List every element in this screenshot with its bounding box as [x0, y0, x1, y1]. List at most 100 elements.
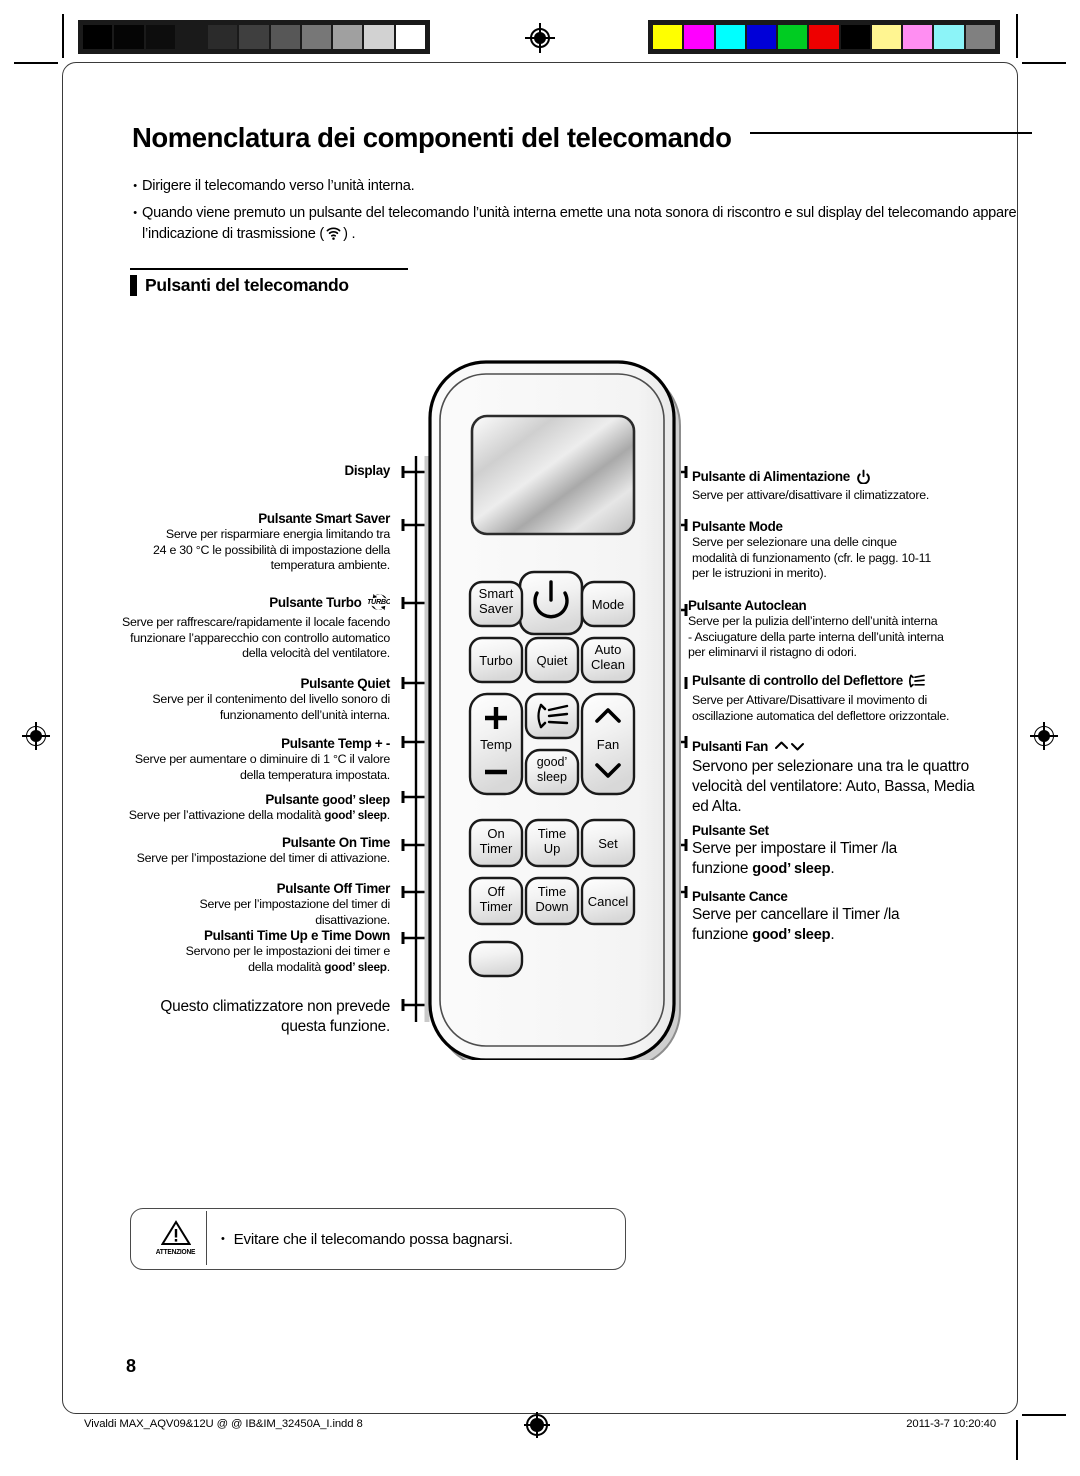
callout-set-desc-1: Serve per impostare il Timer /la	[692, 840, 897, 857]
svg-text:sleep: sleep	[537, 770, 567, 784]
callout-power: Pulsante di Alimentazione Serve per atti…	[692, 468, 1010, 504]
remote-button-mode: Mode	[580, 580, 636, 628]
section-marker-bar	[130, 275, 137, 296]
color-swatch-8	[903, 25, 933, 49]
callout-cancel-label: Pulsante Cance	[692, 889, 788, 904]
callout-cancel: Pulsante Cance Serve per cancellare il T…	[692, 888, 1010, 945]
callout-smart-saver-desc-1: Serve per risparmiare energia limitando …	[165, 527, 390, 541]
registration-target-icon-left	[22, 722, 50, 750]
callout-autoclean-desc-3: per eliminarvi il ristagno di odori.	[688, 645, 857, 660]
remote-button-cancel: Cancel	[580, 876, 636, 926]
crop-mark-right-bottom-h	[1022, 1414, 1066, 1416]
callout-temp-desc-1: Serve per aumentare o diminuire di 1 °C …	[134, 752, 390, 766]
callout-turbo-desc-2: funzionare l’apparecchio con controllo a…	[130, 630, 390, 645]
grayscale-swatch-8	[333, 25, 363, 49]
callout-quiet: Pulsante Quiet Serve per il contenimento…	[128, 675, 390, 723]
grayscale-swatch-6	[270, 25, 300, 49]
callout-on-time: Pulsante On Time Serve per l’impostazion…	[128, 834, 391, 867]
callout-mode-desc-3: per le istruzioni in merito).	[692, 566, 827, 581]
callout-good-sleep: Pulsante good’ sleep Serve per l’attivaz…	[118, 791, 391, 824]
registration-target-icon-right	[1030, 722, 1058, 750]
svg-text:On: On	[487, 826, 504, 841]
callout-mode-desc-2: modalità di funzionamento (cfr. le pagg.…	[692, 550, 931, 565]
callout-temp: Pulsante Temp + - Serve per aumentare o …	[122, 735, 390, 783]
svg-text:good’: good’	[537, 755, 568, 769]
intro-item-1: • Dirigere il telecomando verso l’unità …	[128, 176, 1028, 197]
callout-cancel-desc-pre: funzione	[692, 926, 753, 943]
page-number: 8	[126, 1356, 137, 1376]
remote-button-set: Set	[580, 818, 636, 868]
grayscale-calibration-bar	[78, 20, 430, 54]
turbo-icon: TURBO	[367, 593, 392, 615]
callout-unused-function: Questo climatizzatore non prevede questa…	[128, 997, 390, 1037]
intro-text-2b: ) .	[343, 226, 356, 242]
registration-target-icon-top	[525, 23, 555, 53]
remote-button-auto-clean: Auto Clean	[580, 636, 636, 684]
svg-text:Timer: Timer	[480, 899, 513, 914]
callout-autoclean-desc-1: Serve per la pulizia dell’interno dell’u…	[688, 614, 938, 628]
power-icon	[856, 469, 871, 488]
warning-triangle-icon	[160, 1220, 191, 1246]
section-heading-block: Pulsanti del telecomando	[130, 268, 408, 296]
callout-unused-desc-2: questa funzione.	[281, 1018, 390, 1035]
callout-cancel-desc-1: Serve per cancellare il Timer /la	[692, 906, 900, 923]
callout-unused-desc-1: Questo climatizzatore non prevede	[160, 998, 390, 1015]
crop-mark-left-top-h	[14, 62, 58, 64]
callout-off-timer-label: Pulsante Off Timer	[276, 881, 391, 896]
callout-power-desc-1: Serve per attivare/disattivare il climat…	[692, 488, 930, 502]
remote-button-fan: Fan	[580, 692, 636, 796]
fan-chevrons-icon	[775, 740, 805, 757]
callout-display: Display	[128, 462, 390, 479]
callout-turbo-desc-3: della velocità del ventilatore.	[242, 646, 390, 661]
remote-button-time-down: Time Down	[524, 876, 580, 926]
callout-set-desc-gs: good’ sleep	[752, 861, 831, 877]
callout-set-label: Pulsante Set	[692, 823, 769, 838]
grayscale-swatch-4	[208, 25, 238, 49]
section-heading-text: Pulsanti del telecomando	[145, 275, 349, 295]
callout-time-up-down-desc-post: .	[386, 959, 390, 974]
remote-lcd-display	[470, 414, 636, 536]
callout-smart-saver: Pulsante Smart Saver Serve per risparmia…	[128, 510, 390, 574]
callout-mode-desc-1: Serve per selezionare una delle cinque	[692, 535, 897, 549]
callout-on-time-label: Pulsante On Time	[281, 835, 390, 850]
callout-deflector-desc-1: Serve per Attivare/Disattivare il movime…	[692, 693, 928, 707]
remote-button-power	[518, 570, 584, 636]
remote-button-smart-saver: Smart Saver	[468, 580, 524, 628]
deflector-icon	[908, 673, 926, 693]
callout-off-timer: Pulsante Off Timer Serve per l’impostazi…	[124, 880, 391, 928]
footer-timestamp: 2011-3-7 10:20:40	[906, 1418, 996, 1430]
remote-button-off-timer: Off Timer	[468, 876, 524, 926]
callout-fan: Pulsanti Fan Servono per selezionare una…	[692, 738, 1010, 817]
remote-button-deflector	[524, 692, 580, 740]
caution-box: ATTENZIONE • Evitare che il telecomando …	[130, 1208, 626, 1270]
svg-text:Auto: Auto	[595, 642, 622, 657]
callout-deflector-desc-2: oscillazione automatica del deflettore o…	[692, 708, 950, 723]
svg-text:Clean: Clean	[591, 657, 625, 672]
caution-bullet: •	[221, 1233, 225, 1245]
svg-text:Temp: Temp	[480, 737, 512, 752]
callout-set: Pulsante Set Serve per impostare il Time…	[692, 822, 1010, 879]
crop-mark-right-top-h	[1022, 62, 1066, 64]
callout-good-sleep-label-gs: good’ sleep	[322, 792, 390, 807]
svg-text:TURBO: TURBO	[368, 597, 390, 606]
svg-text:Set: Set	[598, 836, 618, 851]
callout-power-label: Pulsante di Alimentazione	[692, 469, 850, 484]
caution-text: Evitare che il telecomando possa bagnars…	[233, 1230, 513, 1248]
grayscale-swatch-9	[364, 25, 394, 49]
callout-time-up-down-desc-pre: della modalità	[248, 959, 325, 974]
callout-fan-desc-2: velocità del ventilatore: Auto, Bassa, M…	[692, 778, 975, 795]
callout-temp-label: Pulsante Temp + -	[281, 736, 390, 751]
svg-text:Fan: Fan	[597, 737, 619, 752]
crop-mark-bottom-right-v	[1016, 1420, 1018, 1460]
remote-button-on-timer: On Timer	[468, 818, 524, 868]
svg-text:Turbo: Turbo	[479, 653, 512, 668]
callout-on-time-desc-1: Serve per l’impostazione del timer di at…	[136, 851, 391, 865]
callout-turbo: Pulsante Turbo TURBO Serve per raffresca…	[116, 593, 392, 662]
color-swatch-3	[746, 25, 777, 49]
callout-quiet-desc-1: Serve per il contenimento del livello so…	[152, 692, 390, 706]
svg-text:Saver: Saver	[479, 601, 514, 616]
svg-text:Off: Off	[487, 884, 504, 899]
intro-text-1: Dirigere il telecomando verso l’unità in…	[142, 178, 415, 194]
callout-good-sleep-label-pre: Pulsante	[265, 792, 323, 807]
svg-text:Quiet: Quiet	[536, 653, 567, 668]
